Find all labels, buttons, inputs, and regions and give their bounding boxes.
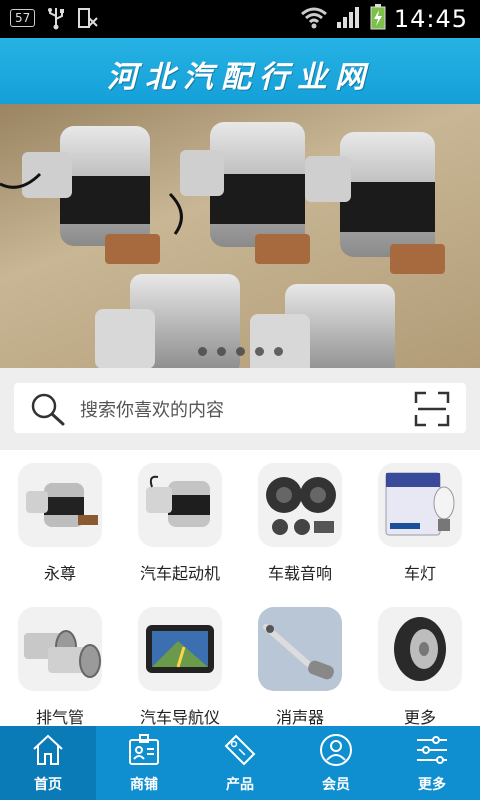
nav-home[interactable]: 首页 <box>0 726 96 800</box>
category-label: 永尊 <box>43 564 76 583</box>
nav-products[interactable]: 产品 <box>192 726 288 800</box>
app-header: 河北汽配行业网 <box>0 38 480 104</box>
category-label: 更多 <box>403 708 436 727</box>
sliders-icon <box>414 732 450 768</box>
tire-image <box>378 607 462 691</box>
category-label: 汽车导航仪 <box>139 708 220 727</box>
nav-label: 更多 <box>418 777 446 793</box>
battery-icon <box>370 4 386 34</box>
category-label: 消声器 <box>275 708 324 727</box>
carousel-dot[interactable] <box>254 347 264 356</box>
gps-navigator-image <box>138 607 222 691</box>
wifi-icon <box>300 5 328 33</box>
category-label: 车载音响 <box>267 564 332 583</box>
carousel-dot[interactable] <box>273 347 283 356</box>
search-input[interactable]: 搜索你喜欢的内容 <box>14 383 466 433</box>
sale-tag-icon <box>222 732 258 768</box>
starter-motor-image <box>18 463 102 547</box>
status-bar: 57 14:45 <box>0 0 480 38</box>
starter-motors-photo <box>0 122 445 368</box>
scan-icon[interactable] <box>414 391 450 431</box>
carousel-dot[interactable] <box>216 347 226 356</box>
nav-label: 产品 <box>226 777 254 793</box>
category-item-starter-motor[interactable]: 汽车起动机 <box>120 450 240 588</box>
starter-motor-image <box>138 463 222 547</box>
banner-carousel[interactable] <box>0 104 480 368</box>
muffler-image <box>258 607 342 691</box>
nav-member[interactable]: 会员 <box>288 726 384 800</box>
nav-label: 首页 <box>34 777 62 793</box>
category-item-car-navigator[interactable]: 汽车导航仪 <box>120 594 240 732</box>
notification-count-badge: 57 <box>10 9 36 27</box>
app-notification-icon <box>77 6 99 30</box>
carousel-dot[interactable] <box>197 347 207 356</box>
category-item-muffler[interactable]: 消声器 <box>240 594 360 732</box>
category-label: 车灯 <box>403 564 436 583</box>
car-speakers-image <box>258 463 342 547</box>
category-label: 汽车起动机 <box>139 564 220 583</box>
category-item-car-audio[interactable]: 车载音响 <box>240 450 360 588</box>
category-item-exhaust-pipe[interactable]: 排气管 <box>0 594 120 732</box>
category-label: 排气管 <box>35 708 84 727</box>
category-item-more[interactable]: 更多 <box>360 594 480 732</box>
search-placeholder: 搜索你喜欢的内容 <box>80 400 224 421</box>
nav-shop[interactable]: 商铺 <box>96 726 192 800</box>
category-item-yongzun[interactable]: 永尊 <box>0 450 120 588</box>
car-bulb-image <box>378 463 462 547</box>
page-title: 河北汽配行业网 <box>107 60 373 95</box>
usb-icon <box>45 6 67 30</box>
shop-badge-icon <box>126 732 162 768</box>
signal-icon <box>336 5 362 33</box>
category-item-car-lights[interactable]: 车灯 <box>360 450 480 588</box>
search-section: 搜索你喜欢的内容 <box>0 368 480 450</box>
nav-label: 商铺 <box>130 777 158 793</box>
carousel-dot[interactable] <box>235 347 245 356</box>
bottom-navigation: 首页 商铺 产品 会员 更多 <box>0 726 480 800</box>
member-icon <box>318 732 354 768</box>
search-icon <box>30 392 66 430</box>
category-grid: 永尊 汽车起动机 车载音响 车灯 排气管 汽车导航仪 消声器 更多 <box>0 450 480 727</box>
nav-label: 会员 <box>322 777 350 793</box>
home-icon <box>30 732 66 768</box>
clock: 14:45 <box>393 5 468 33</box>
nav-more[interactable]: 更多 <box>384 726 480 800</box>
exhaust-tips-image <box>18 607 102 691</box>
carousel-indicators <box>0 347 480 356</box>
